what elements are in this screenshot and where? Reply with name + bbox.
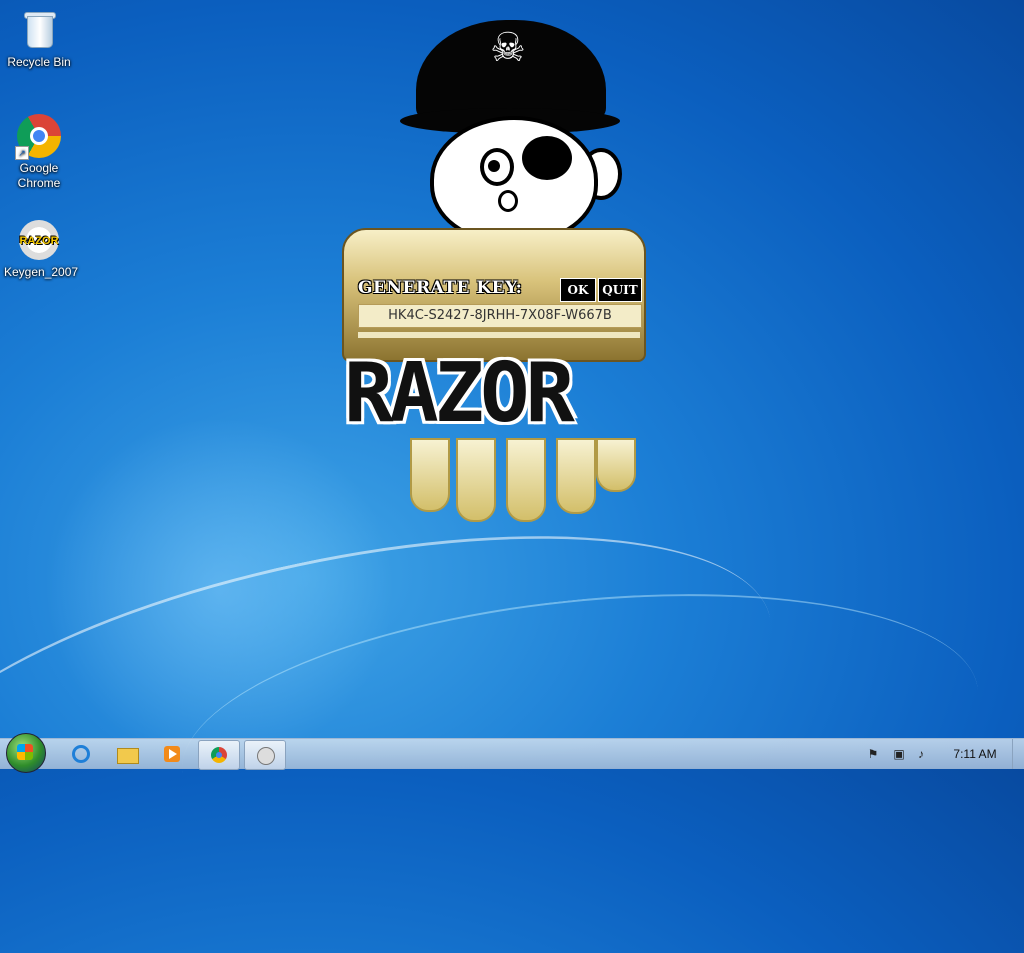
razor-logo-text: RAZOR: [344, 346, 575, 441]
taskbar-item-internet-explorer[interactable]: [60, 740, 100, 768]
media-player-icon: [164, 746, 180, 762]
pirate-mouth: [498, 190, 518, 212]
internet-explorer-icon: [72, 745, 90, 763]
taskbar-item-media-player[interactable]: [152, 740, 192, 768]
ok-button[interactable]: OK: [560, 278, 596, 302]
skull-crossbones-icon: ☠: [490, 26, 526, 70]
show-desktop-button[interactable]: [1012, 739, 1024, 769]
desktop-icon-keygen[interactable]: RAZOR Keygen_2007: [4, 218, 79, 280]
flag-icon[interactable]: ⚑: [866, 747, 880, 761]
taskbar: ⚑ ▣ ♪ 7:11 AM: [0, 733, 1024, 773]
serial-key-field[interactable]: HK4C-S2427-8JRHH-7X08F-W667B: [358, 304, 642, 328]
generate-key-title: GENERATE KEY:: [358, 278, 523, 298]
desktop-icon-label: Keygen_2007: [4, 265, 79, 279]
recycle-bin-icon: [17, 8, 61, 52]
shortcut-arrow-icon: ↗: [15, 146, 29, 160]
taskbar-item-explorer[interactable]: [106, 740, 146, 768]
desktop-icon-label: Google Chrome: [17, 161, 61, 190]
pirate-pupil: [488, 160, 500, 172]
razor-logo: RAZOR: [330, 338, 694, 456]
desktop-icon-label: Recycle Bin: [7, 55, 71, 69]
folder-icon: [117, 748, 139, 764]
desktop-icon-google-chrome[interactable]: ↗ Google Chrome: [4, 114, 74, 191]
volume-icon[interactable]: ♪: [914, 747, 928, 761]
quit-button[interactable]: QUIT: [598, 278, 642, 302]
razor-icon-text: RAZOR: [19, 235, 59, 247]
keygen-icon: [257, 747, 275, 765]
taskbar-item-keygen[interactable]: [244, 740, 286, 770]
desktop-icon-recycle-bin[interactable]: Recycle Bin: [4, 8, 74, 70]
keygen-window[interactable]: ☠ GENERATE KEY: OK QUIT HK4C-S2427-8JRHH…: [330, 18, 700, 522]
start-button[interactable]: [6, 733, 46, 773]
clock[interactable]: 7:11 AM: [940, 747, 1010, 761]
taskbar-item-chrome[interactable]: [198, 740, 240, 770]
chrome-icon: [211, 747, 227, 763]
eye-patch: [522, 136, 572, 180]
pirate-face: [430, 116, 598, 244]
network-icon[interactable]: ▣: [892, 747, 906, 761]
chrome-icon: ↗: [15, 114, 61, 160]
razor-keygen-icon: RAZOR: [17, 218, 61, 262]
